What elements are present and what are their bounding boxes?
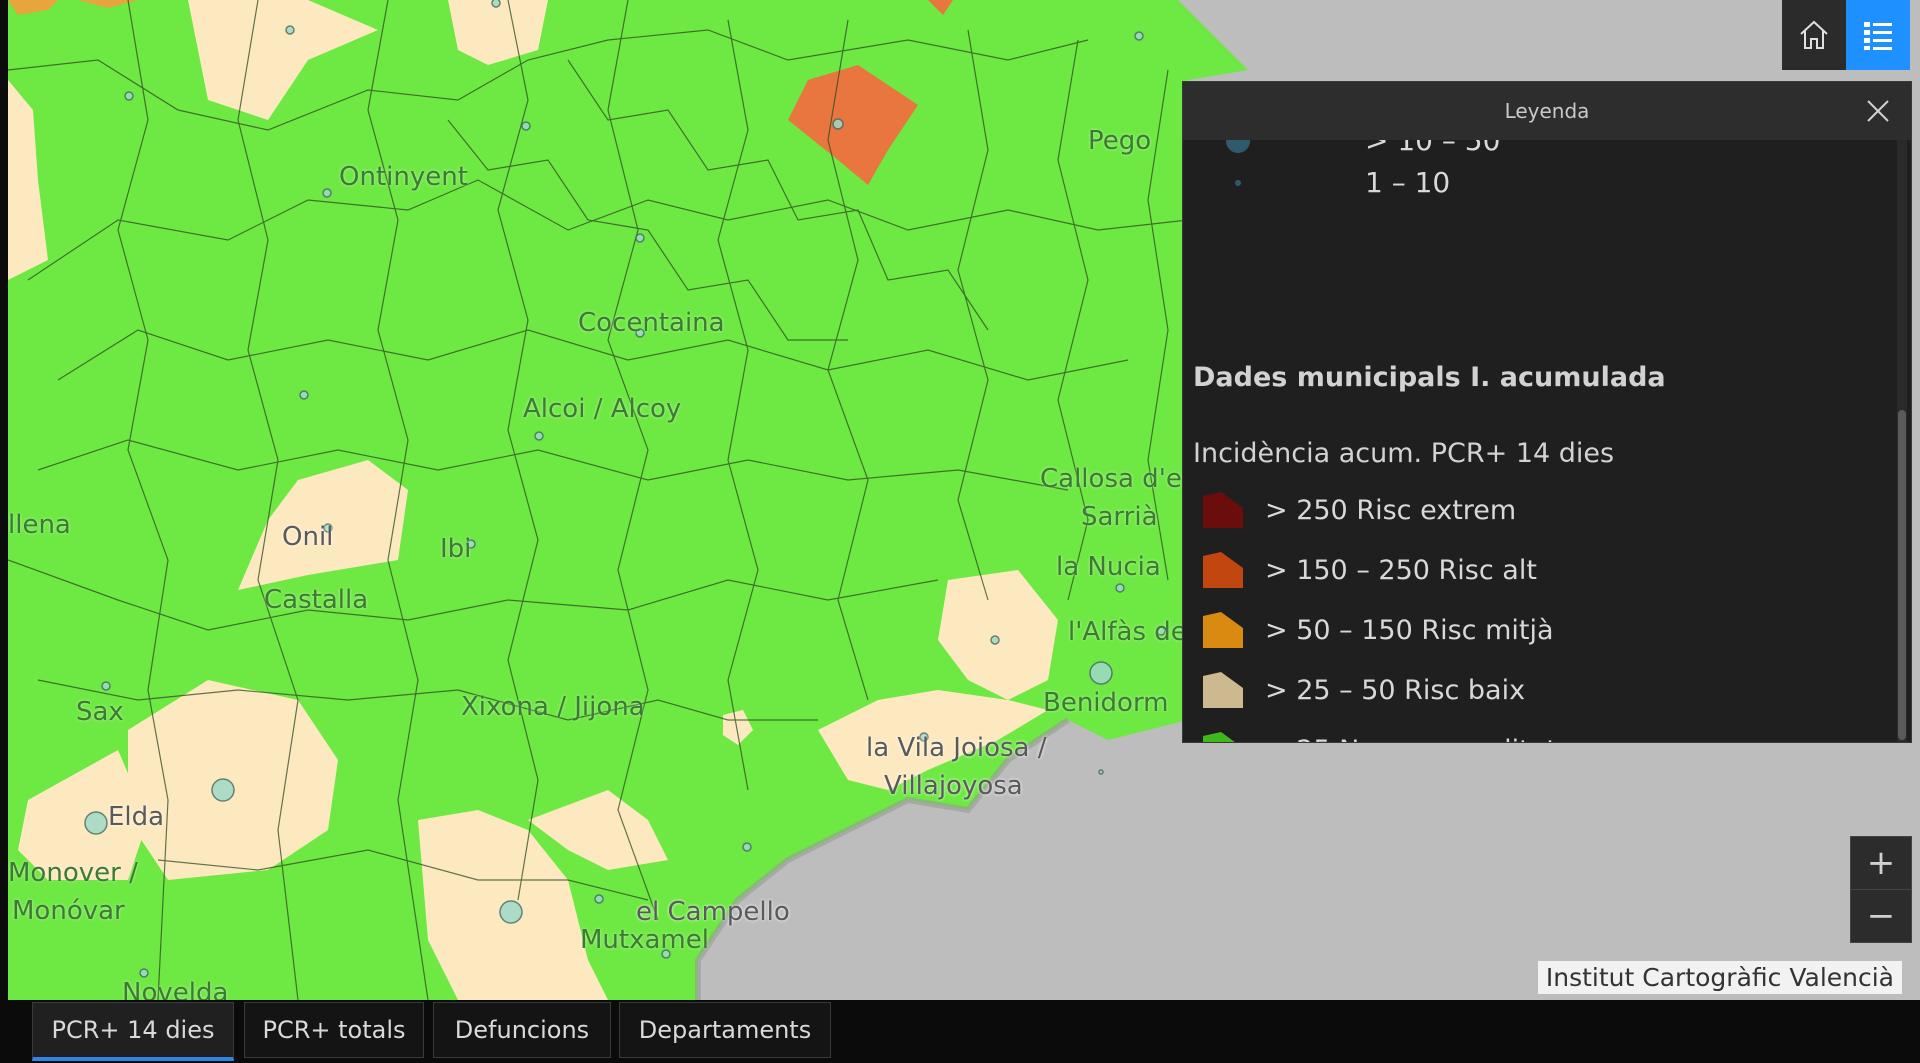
legend-class-label: > 250 Risc extrem bbox=[1265, 494, 1517, 526]
legend-panel: Leyenda > 10 – 50 1 – 10 Dades municipal… bbox=[1182, 81, 1912, 743]
place-label-cocentaina: Cocentaina bbox=[578, 308, 725, 338]
close-icon[interactable] bbox=[1863, 96, 1893, 126]
tab-pcr-totals[interactable]: PCR+ totals bbox=[244, 1002, 424, 1058]
legend-class-row: < 25 Nova normalitat bbox=[1201, 728, 1557, 742]
place-label-elda: Elda bbox=[108, 802, 165, 832]
home-button[interactable] bbox=[1782, 0, 1846, 70]
legend-swatch-icon bbox=[1203, 492, 1243, 528]
place-label-alfas: l'Alfàs de bbox=[1068, 617, 1187, 647]
place-label-vila-joiosa: la Vila Joiosa / bbox=[866, 733, 1047, 763]
place-label-pego: Pego bbox=[1088, 126, 1152, 156]
legend-class-label: > 25 – 50 Risc baix bbox=[1265, 674, 1526, 706]
place-label-mutxamel: Mutxamel bbox=[580, 925, 709, 955]
place-label-villena: llena bbox=[8, 510, 71, 540]
legend-button[interactable] bbox=[1846, 0, 1910, 70]
map-toolbar bbox=[1782, 0, 1910, 70]
zoom-in-button[interactable]: + bbox=[1851, 837, 1911, 890]
legend-header: Leyenda bbox=[1183, 82, 1911, 140]
legend-size-row: > 10 – 50 bbox=[1183, 140, 1893, 157]
place-label-benidorm: Benidorm bbox=[1043, 688, 1169, 718]
place-label-sax: Sax bbox=[76, 697, 124, 727]
legend-layer-title: Dades municipals I. acumulada bbox=[1193, 362, 1666, 393]
size-circle-icon bbox=[1235, 179, 1241, 186]
legend-size-row: 1 – 10 bbox=[1183, 166, 1893, 199]
place-label-monover-1: Monover / bbox=[8, 858, 138, 888]
tab-departaments[interactable]: Departaments bbox=[619, 1002, 831, 1058]
home-icon bbox=[1800, 20, 1828, 49]
legend-scroll-thumb[interactable] bbox=[1898, 410, 1906, 740]
zoom-out-button[interactable]: − bbox=[1851, 890, 1911, 942]
legend-class-row: > 50 – 150 Risc mitjà bbox=[1201, 608, 1554, 652]
tab-defuncions[interactable]: Defuncions bbox=[433, 1002, 611, 1058]
legend-swatch-icon bbox=[1203, 732, 1235, 742]
legend-scrollbar[interactable] bbox=[1897, 140, 1907, 742]
place-label-onil: Onil bbox=[282, 522, 334, 552]
legend-body[interactable]: > 10 – 50 1 – 10 Dades municipals I. acu… bbox=[1183, 140, 1893, 742]
legend-field-label: Incidència acum. PCR+ 14 dies bbox=[1193, 438, 1615, 469]
legend-size-label: > 10 – 50 bbox=[1365, 140, 1501, 157]
legend-title: Leyenda bbox=[1504, 99, 1590, 123]
place-label-xixona: Xixona / Jijona bbox=[461, 692, 645, 722]
zoom-control: + − bbox=[1850, 836, 1912, 943]
legend-swatch-icon bbox=[1203, 672, 1243, 708]
legend-class-row: > 25 – 50 Risc baix bbox=[1201, 668, 1525, 712]
tab-pcr-14-dies[interactable]: PCR+ 14 dies bbox=[32, 1002, 234, 1061]
legend-class-row: > 250 Risc extrem bbox=[1201, 488, 1516, 532]
legend-swatch-icon bbox=[1203, 612, 1243, 648]
size-circle-icon bbox=[1226, 140, 1250, 153]
place-label-monover-2: Monóvar bbox=[12, 896, 125, 926]
place-label-callosa: Callosa d'e bbox=[1040, 464, 1182, 494]
legend-class-label: < 25 Nova normalitat bbox=[1265, 735, 1557, 743]
legend-class-row: > 150 – 250 Risc alt bbox=[1201, 548, 1537, 592]
place-label-castalla: Castalla bbox=[264, 585, 369, 615]
place-label-alcoi: Alcoi / Alcoy bbox=[523, 394, 682, 424]
place-label-sarria: Sarrià bbox=[1081, 502, 1158, 532]
layer-tabs: PCR+ 14 dies PCR+ totals Defuncions Departa… bbox=[0, 1000, 1920, 1063]
place-label-ibi: Ibi bbox=[440, 534, 472, 564]
legend-class-label: > 150 – 250 Risc alt bbox=[1265, 554, 1537, 586]
legend-swatch-icon bbox=[1203, 552, 1243, 588]
legend-list-icon bbox=[1864, 22, 1892, 50]
place-label-la-nucia: la Nucia bbox=[1056, 552, 1161, 582]
place-label-villajoyosa: Villajoyosa bbox=[884, 771, 1023, 801]
legend-size-label: 1 – 10 bbox=[1365, 166, 1451, 199]
place-label-ontinyent: Ontinyent bbox=[339, 162, 468, 192]
legend-class-label: > 50 – 150 Risc mitjà bbox=[1265, 614, 1554, 646]
place-label-novelda: Novelda bbox=[122, 978, 229, 1000]
place-label-campello: el Campello bbox=[636, 897, 790, 927]
map-attribution: Institut Cartogràfic Valencià bbox=[1537, 961, 1902, 994]
